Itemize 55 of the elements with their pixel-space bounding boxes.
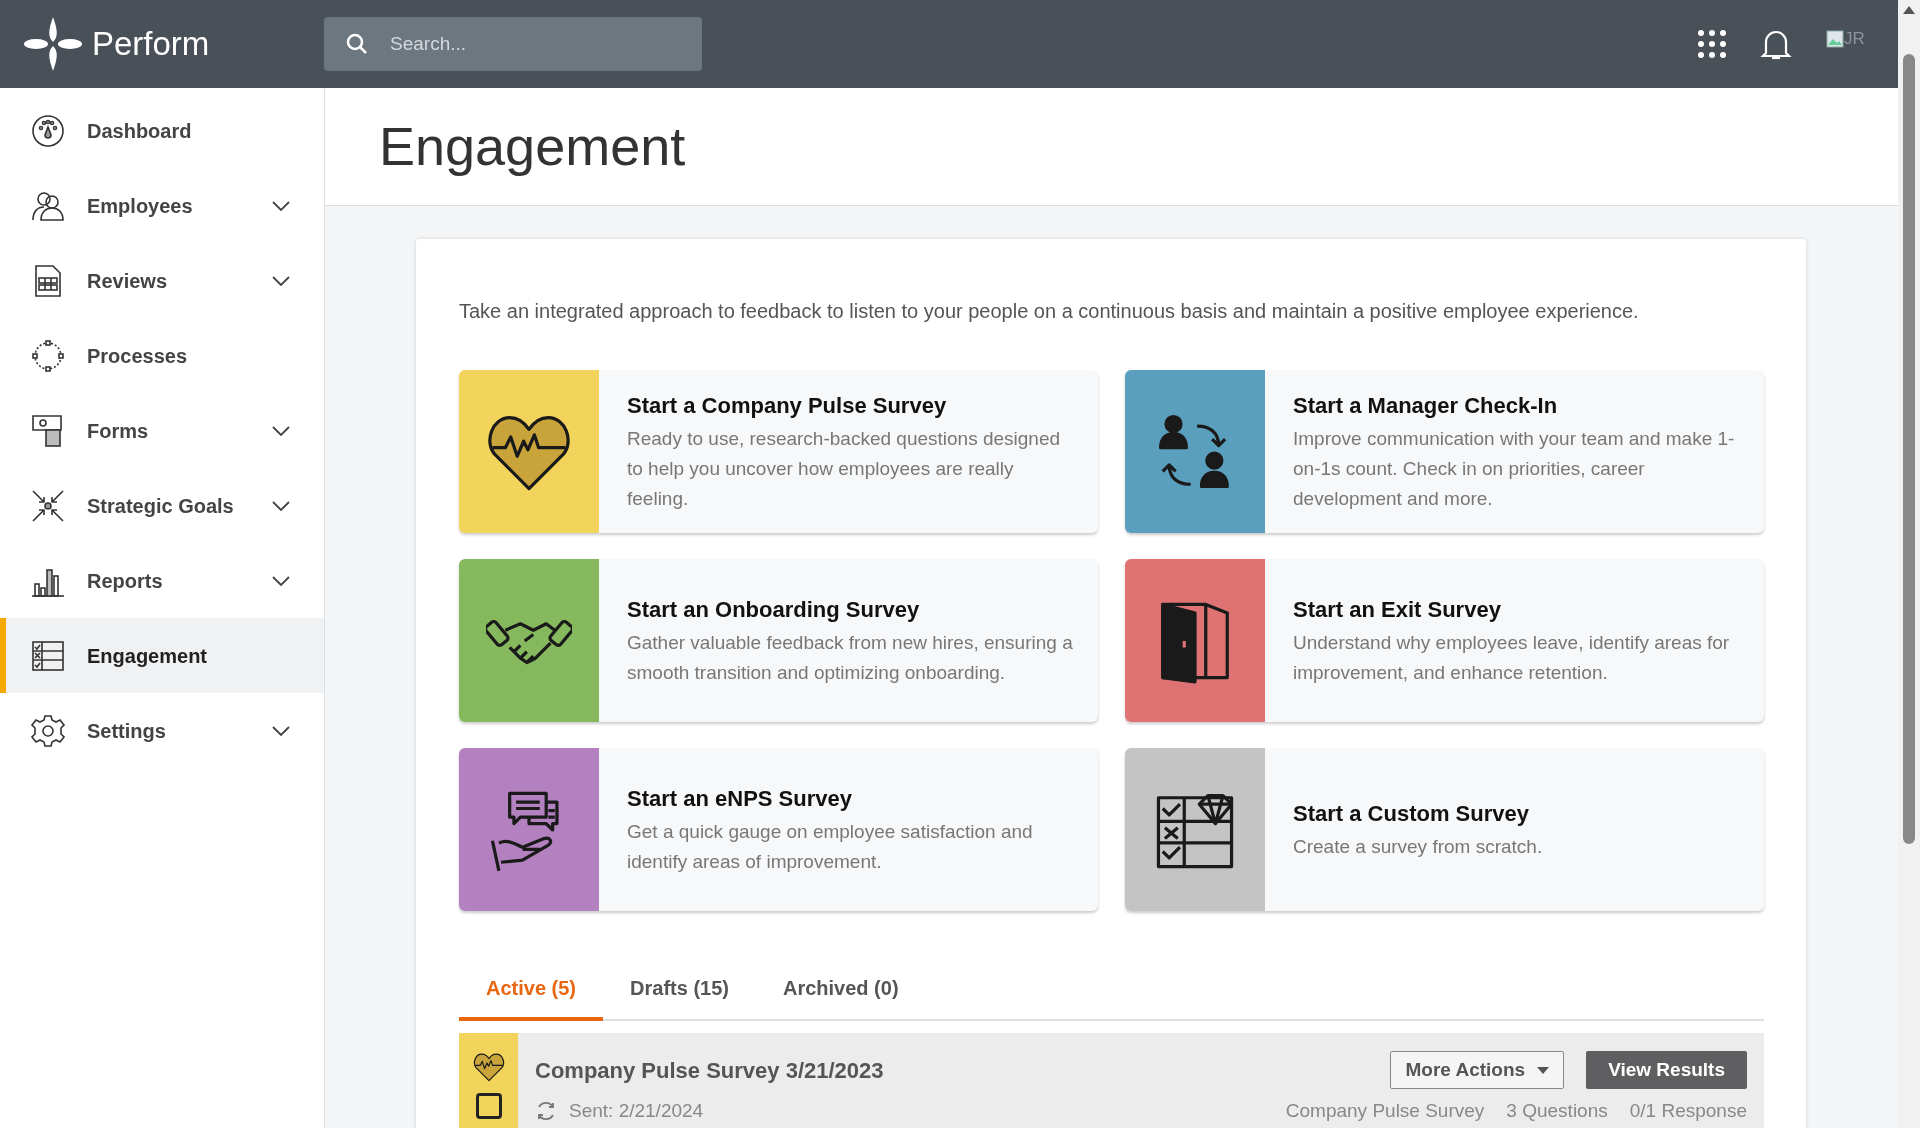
sidebar-item[interactable]: Reports	[0, 543, 324, 618]
survey-type: Company Pulse Survey	[1285, 1099, 1485, 1123]
card-description: Gather valuable feedback from new hires, ensuring a smooth transition and optimizing onboarding.	[627, 631, 1074, 685]
survey-template-card[interactable]: Start a Manager Check-In Improve communication with your team and make 1-on-1s count. Check in on priorities, career development and more.	[1125, 370, 1764, 533]
dotted-circle-icon	[31, 338, 65, 373]
sidebar-item[interactable]: Dashboard	[0, 93, 324, 168]
card-description: Get a quick gauge on employee satisfaction and identify areas of improvement.	[627, 820, 1034, 874]
card-title: Start a Manager Check-In	[1293, 392, 1559, 420]
card-title: Start a Custom Survey	[1293, 800, 1530, 828]
scrollbar-thumb[interactable]	[1903, 54, 1915, 844]
broken-image-icon	[1826, 30, 1844, 48]
tab[interactable]: Drafts (15)	[603, 973, 756, 1021]
sidebar-item[interactable]: Strategic Goals	[0, 468, 324, 543]
survey-title[interactable]: Company Pulse Survey 3/21/2023	[535, 1053, 1391, 1087]
survey-template-card[interactable]: Start a Company Pulse Survey Ready to use, research-backed questions designed to help you uncover how employees are really feeling.	[459, 370, 1098, 533]
page-title: Engagement	[379, 115, 686, 178]
caret-icon	[1537, 1066, 1550, 1074]
sidebar-item[interactable]: Processes	[0, 318, 324, 393]
heart-pulse-icon	[472, 1051, 505, 1083]
survey-template-card[interactable]: Start an Exit Survey Understand why employees leave, identify areas for improvement, and enhance retention.	[1125, 559, 1764, 722]
card-description: Understand why employees leave, identify areas for improvement, and enhance retention.	[1293, 631, 1731, 685]
card-description: Ready to use, research-backed questions designed to help you uncover how employees are really feeling.	[627, 427, 1062, 511]
scroll-up-icon[interactable]	[1903, 6, 1915, 14]
apps-grid-icon[interactable]	[1697, 29, 1727, 59]
view-results-button[interactable]: View Results	[1586, 1051, 1747, 1089]
card-title: Start an Onboarding Survey	[627, 596, 921, 624]
sidebar-item[interactable]: Engagement	[0, 618, 324, 693]
survey-template-card[interactable]: Start a Custom Survey Create a survey from scratch.	[1125, 748, 1764, 911]
sidebar-item[interactable]: Employees	[0, 168, 324, 243]
checklist-icon	[31, 638, 65, 673]
arrows-inward-icon	[31, 488, 65, 523]
refresh-icon	[535, 1100, 557, 1123]
question-count: 3 Questions	[1506, 1099, 1608, 1123]
settings-icon	[31, 713, 65, 748]
scrollbar[interactable]	[1898, 0, 1920, 1128]
sidebar-item[interactable]: Forms	[0, 393, 324, 468]
card-description: Create a survey from scratch.	[1293, 835, 1543, 859]
gauge-icon	[31, 113, 65, 148]
checkbox[interactable]	[475, 1093, 502, 1119]
search-icon	[346, 33, 368, 55]
survey-template-card[interactable]: Start an eNPS Survey Get a quick gauge on employee satisfaction and identify areas of improvement.	[459, 748, 1098, 911]
more-actions-button[interactable]: More Actions	[1390, 1051, 1565, 1089]
sidebar-item[interactable]: Reviews	[0, 243, 324, 318]
survey-template-card[interactable]: Start an Onboarding Survey Gather valuable feedback from new hires, ensuring a smooth transition and optimizing onboarding.	[459, 559, 1098, 722]
sidebar-item[interactable]: Settings	[0, 693, 324, 768]
search-field[interactable]: Search...	[324, 17, 702, 71]
tab[interactable]: Archived (0)	[755, 973, 926, 1021]
card-title: Start an Exit Survey	[1293, 596, 1502, 624]
card-title: Start a Company Pulse Survey	[627, 392, 948, 420]
card-description: Improve communication with your team and make 1-on-1s count. Check in on priorities, career development and more.	[1293, 427, 1736, 511]
sent-date: Sent: 2/21/2024	[569, 1099, 705, 1123]
card-title: Start an eNPS Survey	[627, 785, 853, 813]
app-name: Perform	[92, 24, 210, 65]
intro-text: Take an integrated approach to feedback to listen to your people on a continuous basis and maintain a positive employee experience.	[459, 299, 1640, 324]
response-count: 0/1 Response	[1629, 1099, 1747, 1123]
